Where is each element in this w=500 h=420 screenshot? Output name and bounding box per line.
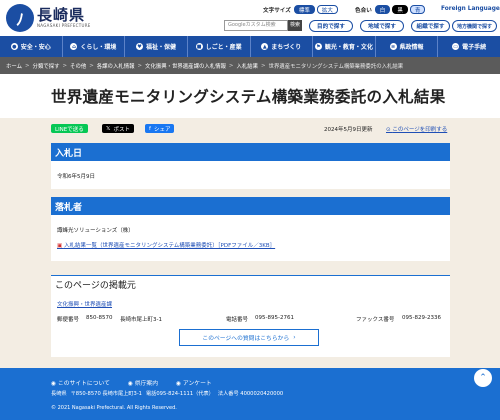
font-standard-button[interactable]: 標準 [293, 5, 315, 14]
chevron-up-icon: ⌃ [479, 373, 487, 383]
footer-org: 長崎県 [51, 391, 67, 397]
font-size-tools: 文字サイズ 標準 拡大 [263, 5, 340, 14]
postal-label: 郵便番号 [57, 317, 80, 323]
nav-item-tourism[interactable]: ⚑ 観光・教育・文化 [313, 36, 376, 57]
postal-value: 850-8570 [86, 315, 113, 321]
inquiry-button[interactable]: このページへの質問はこちらから › [179, 329, 319, 346]
nav-item-town[interactable]: ▲ まちづくり [251, 36, 314, 57]
site-logo[interactable]: ﾉ 長崎県 NAGASAKI PREFECTURE [6, 4, 91, 32]
font-size-label: 文字サイズ [263, 7, 291, 14]
logo-title: 長崎県 [37, 6, 86, 24]
bid-date-value: 令和6年5月9日 [57, 174, 95, 180]
search-button[interactable]: 検索 [288, 20, 302, 31]
computer-icon: ▭ [452, 43, 460, 50]
facebook-share-button[interactable]: f シェア [145, 124, 175, 133]
footer-about-link[interactable]: ◉ このサイトについて [51, 378, 110, 387]
color-blue-button[interactable]: 青 [409, 5, 426, 14]
bid-result-pdf-link[interactable]: ▣ 入札結果一覧（世界遺産モニタリングシステム構築業務委託）［PDFファイル／3… [57, 241, 275, 249]
site-footer: ◉ このサイトについて ◉ 県庁案内 ◉ アンケート 長崎県 〒850-8570… [0, 368, 500, 420]
footer-corp-no: 法人番号 4000020420000 [217, 391, 284, 397]
updated-date: 2024年5月9日更新 [324, 127, 373, 133]
site-header: ﾉ 長崎県 NAGASAKI PREFECTURE 文字サイズ 標準 拡大 色合… [0, 0, 500, 36]
fax-label: ファックス番号 [356, 317, 395, 323]
breadcrumb: ホーム > 分類で探す > その他 > 各課の入札情報 > 文化振興・世界遺産課の入札情… [0, 57, 500, 74]
color-black-button[interactable]: 黒 [392, 5, 408, 14]
foreign-language-link[interactable]: Foreign Language [441, 6, 500, 12]
nav-item-welfare[interactable]: ♥ 福祉・保健 [125, 36, 188, 57]
breadcrumb-bid-info[interactable]: 各課の入札情報 [97, 62, 135, 70]
page-title-box: 世界遺産モニタリングシステム構築業務委託の入札結果 [0, 74, 500, 118]
winner-name: 諏峰光ソリューションズ（株） [57, 228, 134, 234]
breadcrumb-bid-results[interactable]: 入札結果 [236, 62, 258, 70]
home-icon: ⌂ [70, 43, 78, 50]
contact-dept-link[interactable]: 文化振興・世界遺産課 [57, 300, 112, 308]
purpose-search-button[interactable]: 目的で探す [309, 20, 353, 32]
briefcase-icon: ■ [195, 43, 203, 50]
winner-body: 諏峰光ソリューションズ（株） ▣ 入札結果一覧（世界遺産モニタリングシステム構築… [51, 215, 450, 261]
document-icon: ≡ [389, 43, 397, 50]
footer-directions-link[interactable]: ◉ 県庁案内 [128, 378, 158, 387]
local-office-search-button[interactable]: 地方機関で探す [452, 20, 497, 32]
org-search-button[interactable]: 組織で探す [411, 20, 450, 32]
footer-phone: 電話095-824-1111（代表） [146, 391, 214, 397]
print-link[interactable]: ⊙ このページを印刷する [386, 125, 447, 133]
flag-icon: ⚑ [314, 43, 322, 50]
breadcrumb-category[interactable]: 分類で探す [33, 62, 60, 70]
phone-label: 電話番号 [226, 317, 249, 323]
page-top-button[interactable]: ⌃ [474, 369, 492, 387]
breadcrumb-dept-bid-info[interactable]: 文化振興・世界遺産課の入札情報 [145, 62, 226, 70]
chevron-right-icon: › [293, 334, 296, 341]
nav-item-living[interactable]: ⌂ くらし・環境 [63, 36, 126, 57]
font-large-button[interactable]: 拡大 [316, 5, 338, 14]
bid-date-body: 令和6年5月9日 [51, 161, 450, 189]
facebook-icon: f [149, 125, 151, 132]
logo-subtitle: NAGASAKI PREFECTURE [37, 23, 91, 28]
phone-value: 095-895-2761 [255, 315, 294, 321]
chevron-circle-icon: ◉ [51, 381, 58, 387]
prefecture-emblem-icon: ﾉ [6, 4, 34, 32]
fax-value: 095-829-2336 [402, 315, 441, 321]
nav-item-eprocedure[interactable]: ▭ 電子手続 [438, 36, 500, 57]
winner-heading: 落札者 [51, 197, 450, 215]
shield-icon: ● [10, 43, 18, 50]
nav-item-work[interactable]: ■ しごと・産業 [188, 36, 251, 57]
heart-icon: ♥ [136, 43, 144, 50]
x-post-button[interactable]: 𝕏 ポスト [102, 124, 134, 133]
breadcrumb-home[interactable]: ホーム [6, 62, 22, 70]
chevron-circle-icon: ◉ [127, 381, 135, 387]
search-input[interactable]: Googleカスタム検索 [224, 20, 288, 31]
chevron-circle-icon: ◉ [176, 381, 183, 387]
region-search-button[interactable]: 地域で探す [360, 20, 404, 32]
contact-heading: このページの掲載元 [51, 275, 450, 292]
footer-address: 〒850-8570 長崎市尾上町3-1 [70, 391, 142, 397]
breadcrumb-current: 世界遺産モニタリングシステム構築業務委託の入札結果 [268, 63, 404, 70]
footer-survey-link[interactable]: ◉ アンケート [176, 378, 212, 387]
color-tools: 色合い 白 黒 青 [355, 5, 427, 14]
building-icon: ▲ [261, 43, 269, 50]
contact-address: 長崎市尾上町3-1 [120, 317, 162, 323]
color-label: 色合い [355, 7, 372, 14]
bid-date-heading: 入札日 [51, 143, 450, 161]
pdf-icon: ▣ [57, 243, 64, 249]
breadcrumb-other[interactable]: その他 [70, 62, 86, 70]
x-icon: 𝕏 [106, 125, 111, 132]
global-nav: ● 安全・安心 ⌂ くらし・環境 ♥ 福祉・保健 ■ しごと・産業 ▲ まちづくり ⚑ 観光… [0, 36, 500, 57]
color-white-button[interactable]: 白 [374, 5, 391, 14]
nav-item-prefgov[interactable]: ≡ 県政情報 [376, 36, 439, 57]
page-title: 世界遺産モニタリングシステム構築業務委託の入札結果 [51, 88, 446, 106]
line-share-button[interactable]: LINEで送る [51, 124, 88, 133]
nav-item-safety[interactable]: ● 安全・安心 [0, 36, 63, 57]
footer-copyright: © 2021 Nagasaki Prefectural. All Rights … [51, 405, 177, 411]
